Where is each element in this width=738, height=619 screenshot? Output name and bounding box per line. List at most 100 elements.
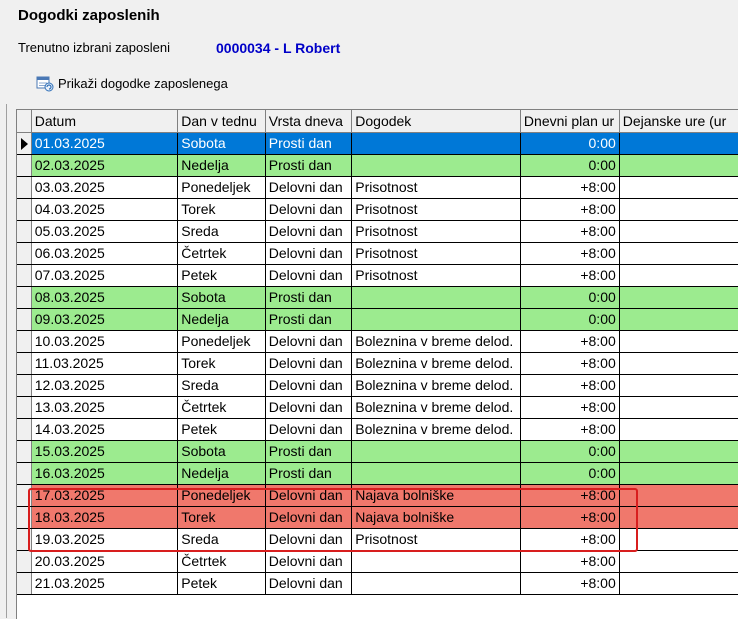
- table-row[interactable]: 04.03.2025 Torek Delovni dan Prisotnost +8:0…: [17, 198, 738, 221]
- cell-event[interactable]: [351, 550, 521, 573]
- cell-plan-hours[interactable]: 0:00: [520, 462, 620, 485]
- cell-day-type[interactable]: Prosti dan: [265, 286, 353, 309]
- cell-date[interactable]: 04.03.2025: [31, 198, 179, 221]
- cell-day-type[interactable]: Delovni dan: [265, 506, 353, 529]
- cell-plan-hours[interactable]: +8:00: [520, 506, 620, 529]
- cell-actual-hours[interactable]: [619, 418, 738, 441]
- cell-event[interactable]: Boleznina v breme delod.: [351, 330, 521, 353]
- cell-day[interactable]: Petek: [177, 418, 266, 441]
- cell-date[interactable]: 18.03.2025: [31, 506, 179, 529]
- cell-actual-hours[interactable]: [619, 308, 738, 331]
- cell-plan-hours[interactable]: +8:00: [520, 352, 620, 375]
- cell-event[interactable]: Prisotnost: [351, 220, 521, 243]
- cell-plan-hours[interactable]: +8:00: [520, 418, 620, 441]
- row-indicator[interactable]: [17, 374, 32, 397]
- row-indicator[interactable]: [17, 242, 32, 265]
- cell-day-type[interactable]: Delovni dan: [265, 396, 353, 419]
- row-indicator[interactable]: [17, 418, 32, 441]
- row-indicator[interactable]: [17, 440, 32, 463]
- table-row[interactable]: 17.03.2025 Ponedeljek Delovni dan Najava bo…: [17, 484, 738, 507]
- row-indicator[interactable]: [17, 528, 32, 551]
- cell-plan-hours[interactable]: 0:00: [520, 286, 620, 309]
- cell-event[interactable]: Boleznina v breme delod.: [351, 396, 521, 419]
- table-row[interactable]: 10.03.2025 Ponedeljek Delovni dan Boleznina…: [17, 330, 738, 353]
- cell-plan-hours[interactable]: +8:00: [520, 330, 620, 353]
- cell-actual-hours[interactable]: [619, 440, 738, 463]
- cell-date[interactable]: 16.03.2025: [31, 462, 179, 485]
- row-indicator[interactable]: [17, 462, 32, 485]
- cell-actual-hours[interactable]: [619, 154, 738, 177]
- cell-day-type[interactable]: Delovni dan: [265, 418, 353, 441]
- cell-plan-hours[interactable]: 0:00: [520, 440, 620, 463]
- cell-day[interactable]: Sobota: [177, 132, 266, 155]
- cell-event[interactable]: [351, 286, 521, 309]
- cell-date[interactable]: 21.03.2025: [31, 572, 179, 595]
- table-row[interactable]: 18.03.2025 Torek Delovni dan Najava bolnišk…: [17, 506, 738, 529]
- table-row[interactable]: 08.03.2025 Sobota Prosti dan 0:00: [17, 286, 738, 309]
- cell-date[interactable]: 15.03.2025: [31, 440, 179, 463]
- cell-plan-hours[interactable]: +8:00: [520, 198, 620, 221]
- cell-actual-hours[interactable]: [619, 330, 738, 353]
- column-header-dejanske-ure[interactable]: Dejanske ure (ur: [619, 110, 738, 133]
- cell-day-type[interactable]: Delovni dan: [265, 352, 353, 375]
- cell-actual-hours[interactable]: [619, 132, 738, 155]
- column-header-dnevni-plan-ur[interactable]: Dnevni plan ur: [520, 110, 620, 133]
- cell-actual-hours[interactable]: [619, 264, 738, 287]
- cell-day[interactable]: Torek: [177, 352, 266, 375]
- cell-day-type[interactable]: Prosti dan: [265, 154, 353, 177]
- cell-actual-hours[interactable]: [619, 506, 738, 529]
- cell-plan-hours[interactable]: +8:00: [520, 572, 620, 595]
- cell-day[interactable]: Sreda: [177, 528, 266, 551]
- cell-day[interactable]: Torek: [177, 198, 266, 221]
- cell-date[interactable]: 01.03.2025: [31, 132, 179, 155]
- cell-event[interactable]: Boleznina v breme delod.: [351, 418, 521, 441]
- cell-day[interactable]: Nedelja: [177, 154, 266, 177]
- row-indicator[interactable]: [17, 572, 32, 595]
- cell-actual-hours[interactable]: [619, 198, 738, 221]
- cell-day-type[interactable]: Delovni dan: [265, 264, 353, 287]
- row-indicator[interactable]: [17, 308, 32, 331]
- column-header-datum[interactable]: Datum: [31, 110, 179, 133]
- cell-day-type[interactable]: Delovni dan: [265, 330, 353, 353]
- cell-day[interactable]: Četrtek: [177, 396, 266, 419]
- cell-day-type[interactable]: Delovni dan: [265, 198, 353, 221]
- cell-day-type[interactable]: Delovni dan: [265, 374, 353, 397]
- employee-value[interactable]: 0000034 - L Robert: [216, 40, 340, 56]
- cell-date[interactable]: 14.03.2025: [31, 418, 179, 441]
- cell-day[interactable]: Nedelja: [177, 308, 266, 331]
- cell-plan-hours[interactable]: +8:00: [520, 220, 620, 243]
- cell-day[interactable]: Nedelja: [177, 462, 266, 485]
- cell-date[interactable]: 03.03.2025: [31, 176, 179, 199]
- cell-actual-hours[interactable]: [619, 286, 738, 309]
- row-indicator[interactable]: [17, 352, 32, 375]
- row-indicator[interactable]: [17, 154, 32, 177]
- cell-day-type[interactable]: Delovni dan: [265, 242, 353, 265]
- cell-event[interactable]: [351, 308, 521, 331]
- row-indicator[interactable]: [17, 286, 32, 309]
- cell-date[interactable]: 17.03.2025: [31, 484, 179, 507]
- table-row[interactable]: 03.03.2025 Ponedeljek Delovni dan Prisotnos…: [17, 176, 738, 199]
- column-header-dogodek[interactable]: Dogodek: [351, 110, 521, 133]
- cell-day[interactable]: Četrtek: [177, 550, 266, 573]
- column-header-dan-v-tednu[interactable]: Dan v tednu: [177, 110, 266, 133]
- cell-day[interactable]: Ponedeljek: [177, 330, 266, 353]
- row-indicator[interactable]: [17, 132, 32, 155]
- cell-event[interactable]: [351, 462, 521, 485]
- table-row[interactable]: 21.03.2025 Petek Delovni dan +8:00: [17, 572, 738, 595]
- cell-day-type[interactable]: Delovni dan: [265, 220, 353, 243]
- cell-day[interactable]: Sobota: [177, 440, 266, 463]
- cell-event[interactable]: Prisotnost: [351, 242, 521, 265]
- cell-actual-hours[interactable]: [619, 550, 738, 573]
- cell-event[interactable]: [351, 440, 521, 463]
- cell-date[interactable]: 11.03.2025: [31, 352, 179, 375]
- row-indicator[interactable]: [17, 550, 32, 573]
- cell-day[interactable]: Sobota: [177, 286, 266, 309]
- cell-date[interactable]: 10.03.2025: [31, 330, 179, 353]
- cell-plan-hours[interactable]: +8:00: [520, 264, 620, 287]
- table-row[interactable]: 01.03.2025 Sobota Prosti dan 0:00: [17, 132, 738, 155]
- cell-plan-hours[interactable]: +8:00: [520, 528, 620, 551]
- row-indicator[interactable]: [17, 396, 32, 419]
- cell-plan-hours[interactable]: +8:00: [520, 550, 620, 573]
- row-indicator[interactable]: [17, 198, 32, 221]
- cell-day-type[interactable]: Prosti dan: [265, 462, 353, 485]
